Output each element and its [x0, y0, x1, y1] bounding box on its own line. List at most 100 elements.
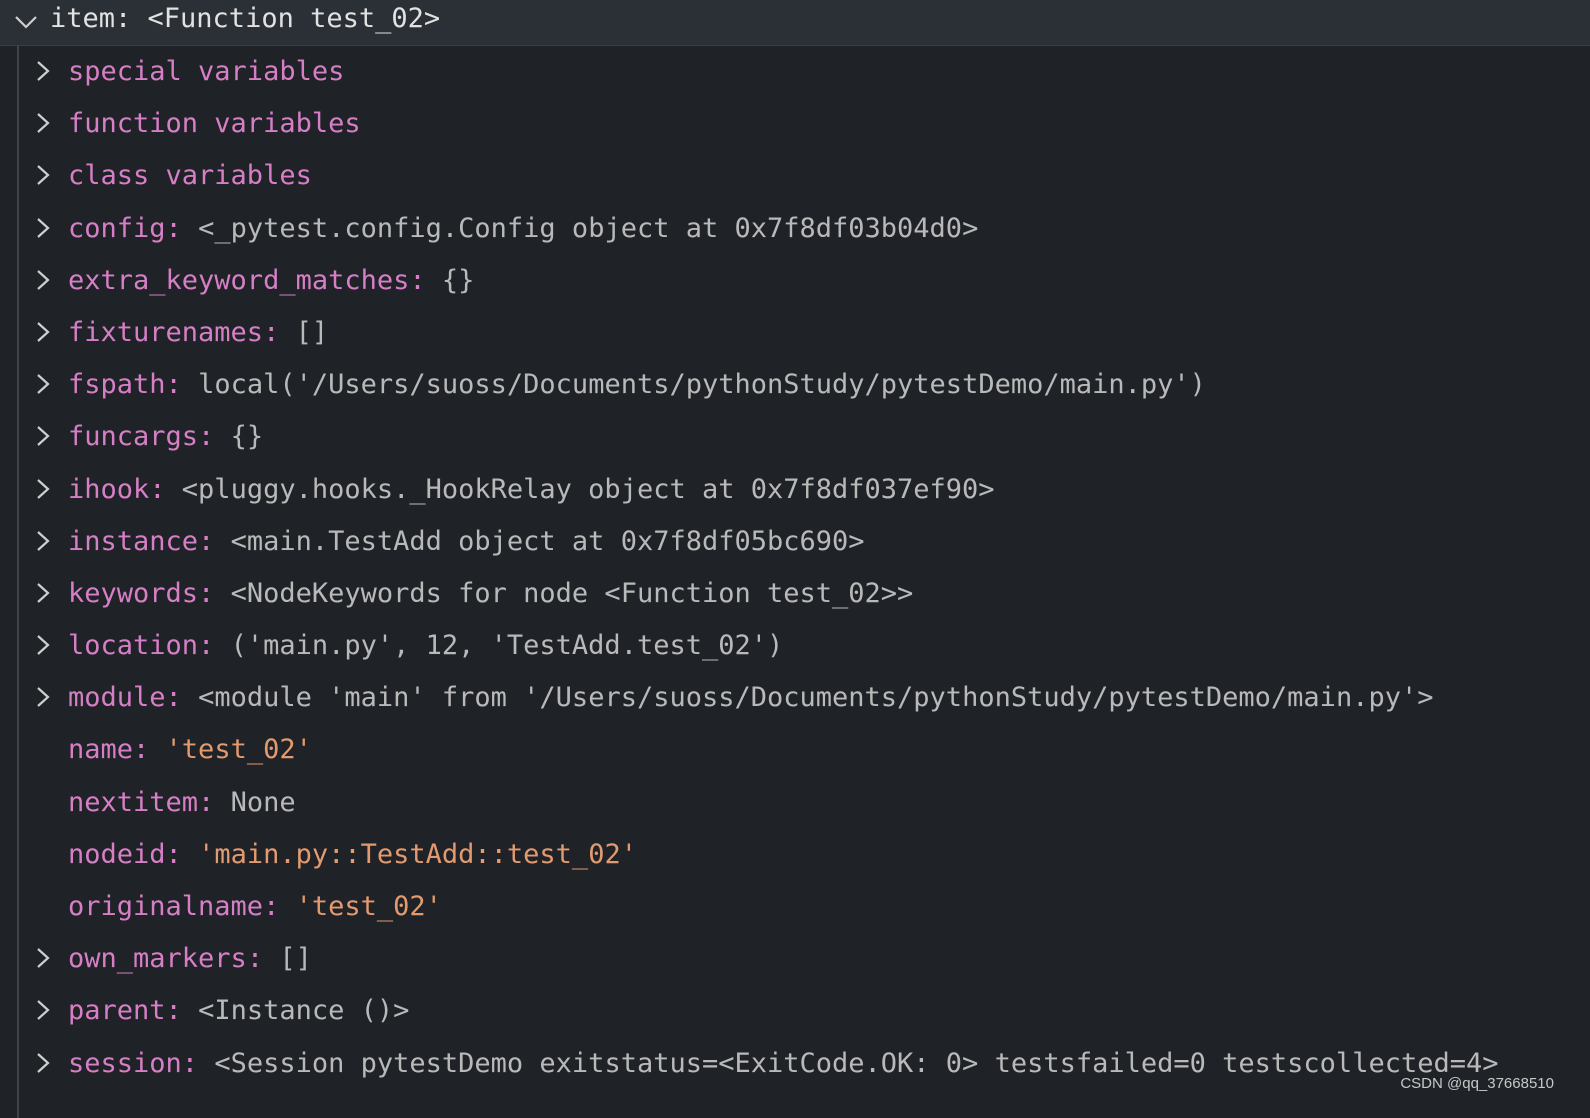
variable-row-name[interactable]: name: 'test_02' [0, 724, 1590, 776]
chevron-right-icon[interactable] [30, 423, 56, 449]
variable-separator: : [165, 995, 199, 1027]
variable-text: parent: <Instance ()> [68, 993, 409, 1029]
variable-value: <_pytest.config.Config object at 0x7f8df… [198, 212, 979, 244]
variable-text: instance: <main.TestAdd object at 0x7f8d… [68, 524, 865, 560]
variable-name: nextitem [68, 786, 199, 818]
variable-name: own_markers [68, 943, 247, 975]
variable-text: fspath: local('/Users/suoss/Documents/py… [68, 367, 1206, 403]
variable-row-nextitem[interactable]: nextitem: None [0, 777, 1590, 829]
variable-text: nodeid: 'main.py::TestAdd::test_02' [68, 837, 637, 873]
chevron-right-icon[interactable] [30, 319, 56, 345]
chevron-right-icon[interactable] [30, 371, 56, 397]
variable-text: originalname: 'test_02' [68, 889, 442, 925]
variable-name: config [68, 212, 166, 244]
variable-row-module[interactable]: module: <module 'main' from '/Users/suos… [0, 672, 1590, 724]
watermark: CSDN @qq_37668510 [1400, 1075, 1554, 1092]
tree-header-label: item: <Function test_02> [50, 3, 441, 34]
variable-value: <Session pytestDemo exitstatus=<ExitCode… [214, 1047, 1499, 1079]
variable-text: own_markers: [] [68, 941, 312, 977]
variable-name: parent [68, 995, 166, 1027]
variable-text: config: <_pytest.config.Config object at… [68, 211, 978, 247]
variable-text: extra_keyword_matches: {} [68, 263, 474, 299]
variable-name: extra_keyword_matches [68, 264, 410, 296]
variable-text: nextitem: None [68, 785, 296, 821]
variable-row-session[interactable]: session: <Session pytestDemo exitstatus=… [0, 1038, 1590, 1090]
chevron-right-icon[interactable] [30, 110, 56, 136]
variable-name: instance [68, 525, 199, 557]
variable-text: function variables [68, 106, 361, 142]
variable-value: <main.TestAdd object at 0x7f8df05bc690> [230, 525, 865, 557]
tree-header-item[interactable]: item: <Function test_02> [0, 0, 1590, 46]
chevron-right-icon[interactable] [30, 58, 56, 84]
variable-row-nodeid[interactable]: nodeid: 'main.py::TestAdd::test_02' [0, 829, 1590, 881]
chevron-right-icon[interactable] [30, 528, 56, 554]
chevron-right-icon[interactable] [30, 1050, 56, 1076]
variable-row-location[interactable]: location: ('main.py', 12, 'TestAdd.test_… [0, 620, 1590, 672]
variable-row-instance[interactable]: instance: <main.TestAdd object at 0x7f8d… [0, 516, 1590, 568]
variable-row-parent[interactable]: parent: <Instance ()> [0, 985, 1590, 1037]
variable-text: ihook: <pluggy.hooks._HookRelay object a… [68, 472, 995, 508]
variable-name: location [68, 630, 199, 662]
variable-text: fixturenames: [] [68, 315, 328, 351]
chevron-right-icon[interactable] [30, 684, 56, 710]
variable-row-special-variables[interactable]: special variables [0, 46, 1590, 98]
variable-row-extra-keyword-matches[interactable]: extra_keyword_matches: {} [0, 255, 1590, 307]
variable-value: 'test_02' [165, 734, 312, 766]
chevron-right-icon[interactable] [30, 215, 56, 241]
variable-separator: : [409, 264, 442, 296]
variable-separator: : [263, 316, 296, 348]
variable-name: fixturenames [68, 316, 264, 348]
variable-name: name [68, 734, 134, 766]
variable-row-class-variables[interactable]: class variables [0, 150, 1590, 202]
variable-separator: : [198, 577, 231, 609]
chevron-down-icon[interactable] [12, 8, 40, 36]
variable-name: module [68, 682, 166, 714]
variable-value: local('/Users/suoss/Documents/pythonStud… [198, 369, 1206, 401]
variable-text: location: ('main.py', 12, 'TestAdd.test_… [68, 628, 783, 664]
variable-row-function-variables[interactable]: function variables [0, 98, 1590, 150]
variable-separator: : [165, 682, 199, 714]
variable-separator: : [149, 473, 182, 505]
variable-name: ihook [68, 473, 150, 505]
chevron-right-icon[interactable] [30, 267, 56, 293]
chevron-right-icon[interactable] [30, 476, 56, 502]
variable-row-funcargs[interactable]: funcargs: {} [0, 411, 1590, 463]
variable-name: funcargs [68, 421, 199, 453]
variable-value: {} [441, 264, 475, 296]
variable-text: name: 'test_02' [68, 732, 312, 768]
variable-separator: : [198, 786, 231, 818]
variable-row-keywords[interactable]: keywords: <NodeKeywords for node <Functi… [0, 568, 1590, 620]
variable-value: [] [295, 316, 329, 348]
variable-value: ('main.py', 12, 'TestAdd.test_02') [230, 630, 784, 662]
variable-separator: : [133, 734, 166, 766]
variable-row-originalname[interactable]: originalname: 'test_02' [0, 881, 1590, 933]
variable-value: <NodeKeywords for node <Function test_02… [230, 577, 914, 609]
variable-value: 'test_02' [295, 891, 442, 922]
chevron-right-icon[interactable] [30, 162, 56, 188]
variable-row-own-markers[interactable]: own_markers: [] [0, 933, 1590, 985]
variable-row-fixturenames[interactable]: fixturenames: [] [0, 307, 1590, 359]
variable-row-config[interactable]: config: <_pytest.config.Config object at… [0, 203, 1590, 255]
variable-name: nodeid [68, 838, 166, 870]
variable-text: session: <Session pytestDemo exitstatus=… [68, 1046, 1499, 1082]
chevron-right-icon[interactable] [30, 580, 56, 606]
variable-text: class variables [68, 158, 312, 194]
variable-separator: : [198, 525, 231, 557]
variable-value: <module 'main' from '/Users/suoss/Docume… [198, 682, 1434, 714]
chevron-right-icon[interactable] [30, 997, 56, 1023]
variable-value: <Instance ()> [198, 995, 410, 1027]
variable-text: module: <module 'main' from '/Users/suos… [68, 680, 1433, 716]
variable-separator: : [246, 943, 280, 975]
variable-row-ihook[interactable]: ihook: <pluggy.hooks._HookRelay object a… [0, 464, 1590, 516]
variable-row-fspath[interactable]: fspath: local('/Users/suoss/Documents/py… [0, 359, 1590, 411]
variable-value: None [230, 786, 296, 818]
variable-separator: : [263, 891, 296, 922]
chevron-right-icon[interactable] [30, 632, 56, 658]
variable-separator: : [198, 630, 231, 662]
variable-value: 'main.py::TestAdd::test_02' [198, 838, 637, 870]
chevron-right-icon[interactable] [30, 945, 56, 971]
variable-text: funcargs: {} [68, 419, 263, 455]
variable-text: keywords: <NodeKeywords for node <Functi… [68, 576, 913, 612]
variable-separator: : [165, 838, 199, 870]
variable-separator: : [165, 212, 199, 244]
